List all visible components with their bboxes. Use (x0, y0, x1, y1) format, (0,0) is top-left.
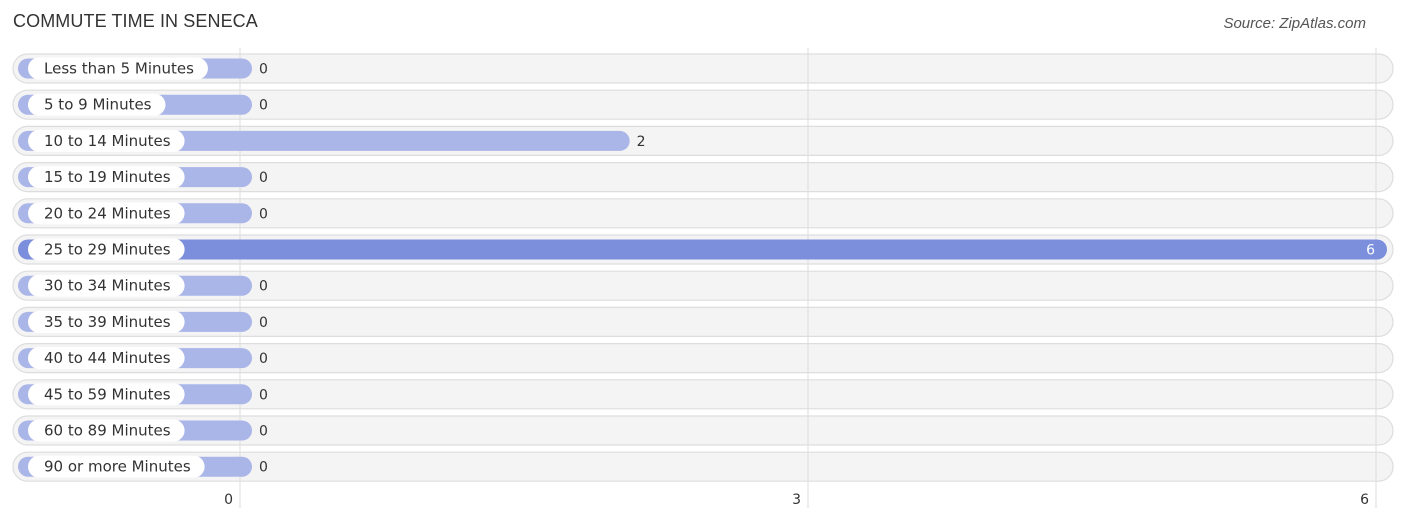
category-label: 35 to 39 Minutes (44, 313, 171, 331)
value-label: 0 (259, 170, 268, 186)
value-label: 6 (1366, 243, 1375, 259)
category-label: 5 to 9 Minutes (44, 96, 152, 114)
value-label: 0 (259, 424, 268, 440)
category-label: 20 to 24 Minutes (44, 204, 171, 222)
value-label: 0 (259, 351, 268, 367)
value-label: 0 (259, 279, 268, 295)
bar-chart: Less than 5 Minutes 0 5 to 9 Minutes 0 10 to… (12, 48, 1394, 508)
category-label: 30 to 34 Minutes (44, 277, 171, 295)
category-label: 60 to 89 Minutes (44, 422, 171, 440)
value-label: 0 (259, 460, 268, 476)
category-label: 10 to 14 Minutes (44, 132, 171, 150)
value-label: 0 (259, 62, 268, 78)
value-label: 0 (259, 387, 268, 403)
value-label: 0 (259, 206, 268, 222)
category-label: 90 or more Minutes (44, 458, 191, 476)
x-tick-label: 0 (224, 492, 233, 508)
category-label: 45 to 59 Minutes (44, 385, 171, 403)
value-label: 0 (259, 315, 268, 331)
x-tick-label: 3 (792, 492, 801, 508)
category-label: 15 to 19 Minutes (44, 168, 171, 186)
value-label: 2 (637, 134, 646, 150)
category-label: 25 to 29 Minutes (44, 241, 171, 259)
x-tick-label: 6 (1360, 492, 1369, 508)
category-label: 40 to 44 Minutes (44, 349, 171, 367)
value-label: 0 (259, 98, 268, 114)
category-label: Less than 5 Minutes (44, 60, 194, 78)
bar (18, 239, 1387, 260)
